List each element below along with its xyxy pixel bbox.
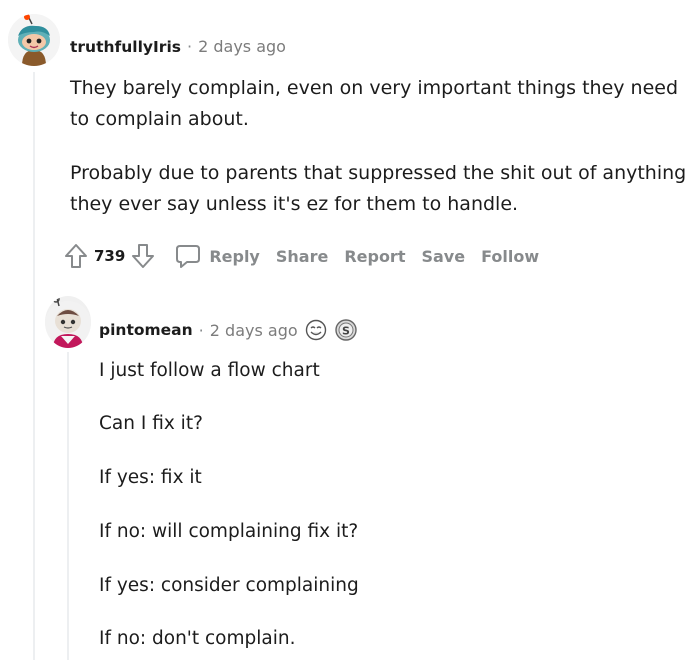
upvote-arrow-icon[interactable] (64, 243, 88, 269)
author-name[interactable]: truthfullyIris (70, 38, 181, 56)
meta-separator: · (187, 37, 193, 56)
meta-separator: · (198, 320, 204, 340)
thread-line[interactable] (33, 72, 35, 660)
comment-paragraph: Can I fix it? (99, 413, 203, 434)
share-label: Share (275, 246, 329, 266)
report-label: Report (344, 246, 406, 266)
thread-line[interactable] (67, 352, 69, 660)
comment-paragraph: They barely complain, even on very impor… (70, 77, 679, 130)
save-label: Save (421, 246, 466, 266)
avatar[interactable] (8, 14, 60, 66)
follow-button[interactable]: Follow (473, 238, 547, 274)
comment-meta: truthfullyIris · 2 days ago (70, 37, 286, 56)
svg-text:S: S (342, 325, 350, 338)
share-button[interactable]: Share (268, 238, 336, 274)
avatar[interactable] (45, 296, 91, 348)
comment-paragraph: Probably due to parents that suppressed … (70, 162, 687, 215)
comment-paragraph: If yes: consider complaining (99, 575, 359, 596)
vote-count: 739 (94, 247, 126, 265)
report-button[interactable]: Report (336, 238, 413, 274)
follow-label: Follow (481, 246, 540, 266)
reply-button[interactable]: Reply (167, 238, 268, 274)
comment-paragraph: If no: don't complain. (99, 628, 296, 649)
comment-meta: pintomean · 2 days ago S (99, 319, 358, 341)
comment-paragraph: If yes: fix it (99, 467, 202, 488)
comment-action-bar: 739 Reply Share Report Save Follow (64, 238, 547, 274)
comment-paragraph: If no: will complaining fix it? (99, 521, 359, 542)
timestamp[interactable]: 2 days ago (198, 37, 286, 56)
silver-coin-award-icon[interactable]: S (334, 319, 358, 341)
downvote-arrow-icon[interactable] (131, 243, 155, 269)
author-name[interactable]: pintomean (99, 321, 193, 339)
comment-paragraph: I just follow a flow chart (99, 360, 320, 381)
speech-bubble-icon (175, 243, 201, 269)
reply-label: Reply (209, 246, 260, 266)
save-button[interactable]: Save (413, 238, 473, 274)
face-award-icon[interactable] (304, 319, 328, 341)
timestamp[interactable]: 2 days ago (210, 321, 298, 340)
